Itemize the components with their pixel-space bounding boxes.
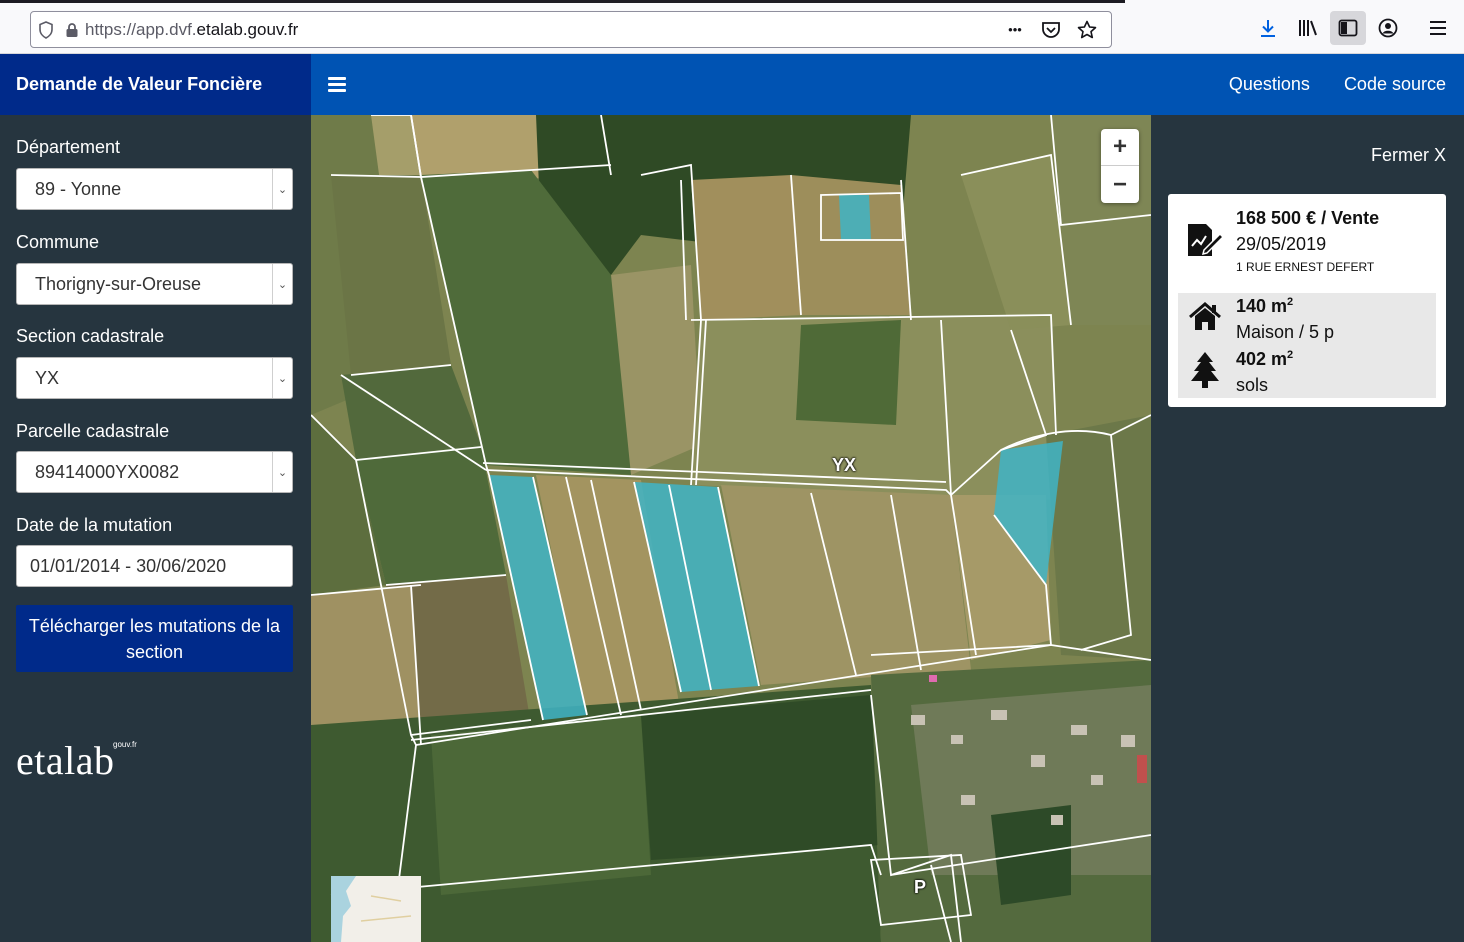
satellite-map [311, 115, 1151, 942]
menu-toggle-icon[interactable] [328, 76, 348, 93]
download-mutations-button[interactable]: Télécharger les mutations de la section [16, 605, 293, 672]
departement-select[interactable]: 89 - Yonne ⌄ [16, 168, 293, 210]
mutation-details: 140 m2 Maison / 5 p 402 m2 sols [1178, 293, 1436, 398]
filter-sidebar: Département 89 - Yonne ⌄ Commune Thorign… [0, 115, 311, 942]
date-label: Date de la mutation [16, 515, 173, 535]
url-prefix: https://app.dvf. [85, 19, 197, 39]
bookmark-star-icon[interactable] [1071, 11, 1103, 48]
chevron-down-icon: ⌄ [272, 452, 292, 492]
section-value: YX [35, 367, 60, 388]
url-actions: ••• [999, 11, 1103, 48]
page-actions-icon[interactable]: ••• [999, 11, 1031, 48]
section-select[interactable]: YX ⌄ [16, 357, 293, 399]
tree-icon [1188, 351, 1222, 388]
library-icon[interactable] [1290, 11, 1326, 45]
built-area-value: 140 m [1236, 296, 1288, 316]
etalab-logo-sup: gouv.fr [113, 740, 137, 749]
address-bar[interactable]: https://app.dvf.etalab.gouv.fr ••• [30, 11, 1112, 48]
commune-label: Commune [16, 232, 100, 252]
mutation-address: 1 RUE ERNEST DEFERT [1236, 260, 1375, 274]
departement-label: Département [16, 137, 121, 157]
mutation-card[interactable]: 168 500 € / Vente 29/05/2019 1 RUE ERNES… [1168, 194, 1446, 407]
app-brand-bar: Demande de Valeur Foncière [0, 54, 311, 115]
date-range-input[interactable]: 01/01/2014 - 30/06/2020 [16, 545, 293, 587]
app-menu-icon[interactable] [1420, 11, 1456, 45]
mutation-panel: Fermer X 168 500 € / Vente 29/05/2019 1 … [1151, 115, 1464, 942]
mutation-date: 29/05/2019 [1236, 234, 1327, 254]
zoom-in-button[interactable]: + [1101, 129, 1139, 166]
zoom-control: + − [1101, 129, 1139, 203]
nav-link-code-source[interactable]: Code source [1344, 74, 1446, 95]
lock-icon[interactable] [61, 11, 83, 48]
zoom-out-button[interactable]: − [1101, 166, 1139, 203]
url-text[interactable]: https://app.dvf.etalab.gouv.fr [85, 20, 999, 40]
built-type: Maison / 5 p [1236, 322, 1335, 342]
parcelle-label: Parcelle cadastrale [16, 421, 170, 441]
url-host: etalab.gouv.fr [196, 19, 299, 39]
sidebar-toggle-icon[interactable] [1330, 11, 1366, 45]
land-type: sols [1236, 375, 1269, 395]
land-area-value: 402 m [1236, 349, 1288, 369]
map-view[interactable]: YX P + − [311, 115, 1151, 942]
shield-icon[interactable] [31, 11, 61, 48]
departement-value: 89 - Yonne [35, 178, 122, 199]
chevron-down-icon: ⌄ [272, 264, 292, 304]
land-area: 402 m2 [1236, 349, 1293, 370]
built-area-unit-sup: 2 [1287, 296, 1294, 308]
nav-links: Questions Code source [1229, 54, 1446, 115]
parcelle-select[interactable]: 89414000YX0082 ⌄ [16, 451, 293, 493]
app-navbar: Questions Code source [311, 54, 1464, 115]
pocket-icon[interactable] [1035, 11, 1067, 48]
land-area-unit-sup: 2 [1287, 349, 1294, 361]
app-title[interactable]: Demande de Valeur Foncière [16, 74, 262, 95]
sale-contract-icon [1184, 220, 1225, 260]
house-icon [1188, 300, 1222, 334]
chevron-down-icon: ⌄ [272, 169, 292, 209]
nav-link-questions[interactable]: Questions [1229, 74, 1310, 95]
parcelle-value: 89414000YX0082 [35, 461, 180, 482]
chevron-down-icon: ⌄ [272, 358, 292, 398]
tab-strip [0, 0, 1125, 3]
mutation-price: 168 500 € / Vente [1236, 208, 1380, 228]
account-icon[interactable] [1370, 11, 1406, 45]
section-label: Section cadastrale [16, 326, 165, 346]
date-range-value: 01/01/2014 - 30/06/2020 [30, 555, 227, 576]
section-map-label: YX [832, 455, 857, 475]
downloads-icon[interactable] [1250, 11, 1286, 45]
commune-select[interactable]: Thorigny-sur-Oreuse ⌄ [16, 263, 293, 305]
minimap[interactable] [331, 876, 421, 942]
parking-map-label: P [914, 877, 927, 897]
built-area: 140 m2 [1236, 296, 1293, 317]
browser-toolbar: https://app.dvf.etalab.gouv.fr ••• [0, 0, 1464, 54]
commune-value: Thorigny-sur-Oreuse [35, 273, 202, 294]
close-panel-button[interactable]: Fermer X [1371, 145, 1446, 166]
etalab-logo[interactable]: etalab [16, 737, 115, 784]
